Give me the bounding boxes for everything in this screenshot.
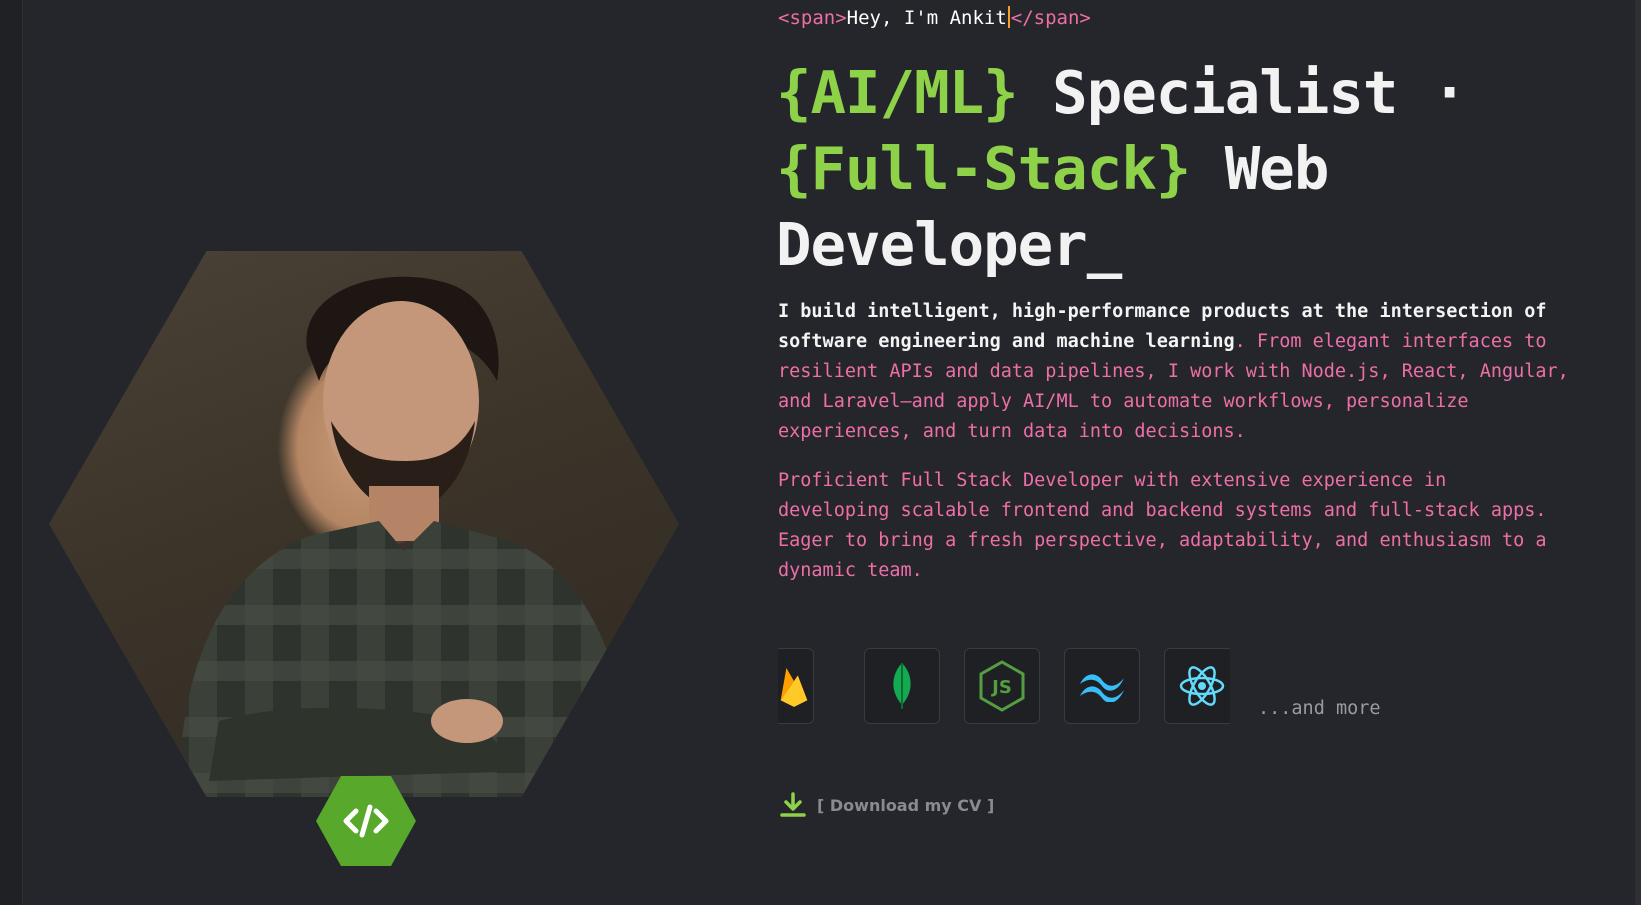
about-paragraph-2: Proficient Full Stack Developer with ext… xyxy=(778,470,1547,581)
firebase-icon xyxy=(780,667,808,707)
tailwind-icon xyxy=(1080,674,1124,702)
download-cv-label[interactable]: [ Download my CV ] xyxy=(817,796,994,815)
text-cursor xyxy=(1007,6,1010,28)
tech-stack-row: JS xyxy=(778,648,1230,724)
close-span-tag: </span> xyxy=(1010,7,1091,29)
more-tech-label: ...and more xyxy=(1258,698,1381,719)
about-paragraph-1: I build intelligent, high-performance pr… xyxy=(778,297,1598,447)
code-icon xyxy=(343,804,389,838)
headline-accent-fullstack: {Full-Stack} xyxy=(776,134,1191,203)
intro-line: <span>Hey, I'm Ankit </span> xyxy=(778,6,1091,29)
profile-photo xyxy=(49,251,679,797)
svg-text:JS: JS xyxy=(990,677,1012,698)
headline-accent-aiml: {AI/ML} xyxy=(776,58,1019,127)
headline-text-specialist: Specialist xyxy=(1017,58,1432,127)
tech-tile-nodejs[interactable]: JS xyxy=(964,648,1040,724)
open-span-tag: <span> xyxy=(778,7,847,29)
headline-separator: · xyxy=(1431,58,1468,127)
download-icon xyxy=(780,792,806,817)
nodejs-icon: JS xyxy=(979,660,1025,712)
mongodb-icon xyxy=(893,663,911,709)
portrait-illustration xyxy=(179,276,634,797)
tech-tile-mongodb[interactable] xyxy=(864,648,940,724)
left-rail xyxy=(0,0,23,905)
greeting-text: Hey, I'm Ankit xyxy=(846,7,1007,29)
page-title: {AI/ML} Specialist · {Full-Stack} Web De… xyxy=(776,55,1636,283)
tech-tile-firebase[interactable] xyxy=(778,648,814,724)
tech-tile-tailwind[interactable] xyxy=(1064,648,1140,724)
tech-tile-react[interactable] xyxy=(1164,648,1230,724)
react-icon xyxy=(1179,666,1225,706)
download-cv-button[interactable]: [ Download my CV ] xyxy=(779,790,994,820)
